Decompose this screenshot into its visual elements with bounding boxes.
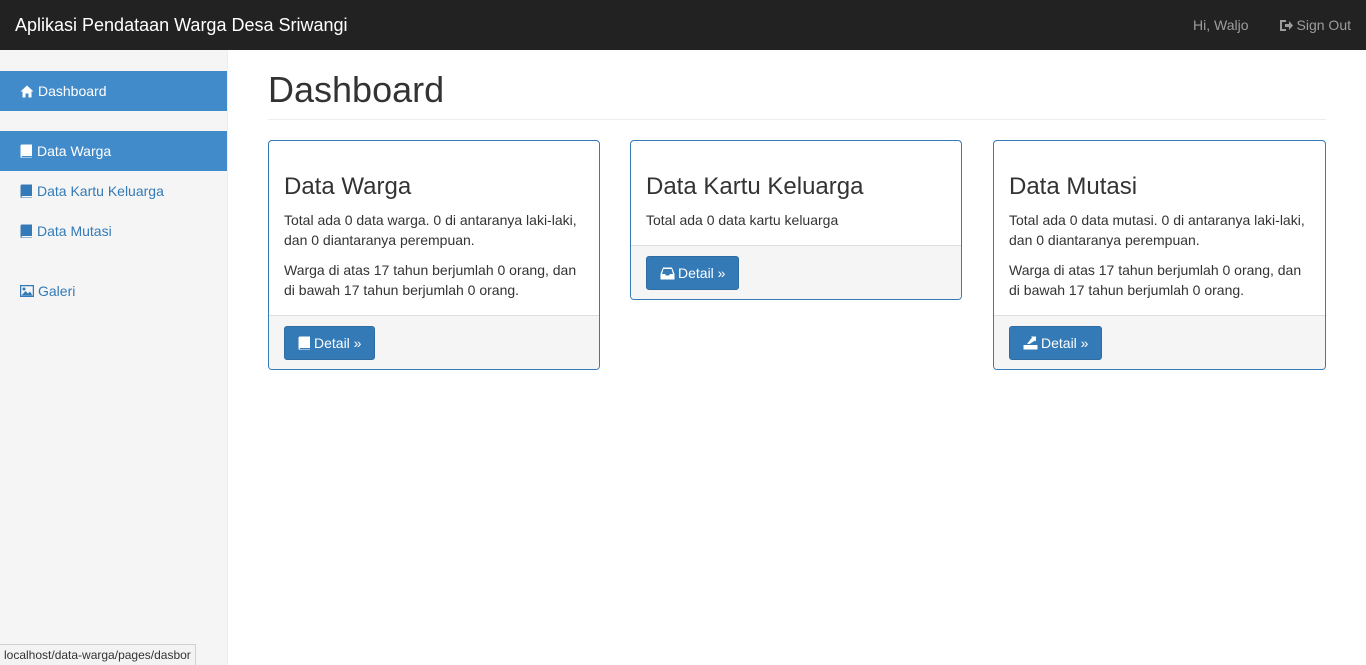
panel-body: Data Warga Total ada 0 data warga. 0 di …	[269, 141, 599, 315]
panel-body: Data Kartu Keluarga Total ada 0 data kar…	[631, 141, 961, 245]
export-icon	[1023, 336, 1038, 350]
sign-out-link[interactable]: Sign Out	[1279, 17, 1351, 33]
panel-text: Total ada 0 data mutasi. 0 di antaranya …	[1009, 212, 1305, 248]
picture-icon	[20, 285, 34, 297]
title-divider	[268, 119, 1326, 120]
sidebar-item-data-mutasi[interactable]: Data Mutasi	[0, 211, 227, 251]
top-navbar: Aplikasi Pendataan Warga Desa Sriwangi H…	[0, 0, 1366, 50]
book-icon	[20, 224, 32, 238]
panel-footer: Detail »	[631, 245, 961, 299]
inbox-icon	[660, 267, 675, 279]
sidebar-item-data-kartu-keluarga[interactable]: Data Kartu Keluarga	[0, 171, 227, 211]
panel-footer: Detail »	[269, 315, 599, 369]
book-icon	[298, 336, 310, 350]
panel-text: Warga di atas 17 tahun berjumlah 0 orang…	[284, 262, 577, 298]
panel-data-kartu-keluarga: Data Kartu Keluarga Total ada 0 data kar…	[630, 140, 962, 300]
sidebar-item-label: Dashboard	[38, 83, 107, 99]
panel-body: Data Mutasi Total ada 0 data mutasi. 0 d…	[994, 141, 1325, 315]
panel-text: Total ada 0 data warga. 0 di antaranya l…	[284, 212, 577, 248]
detail-button-label: Detail »	[1041, 335, 1089, 351]
user-greeting: Hi, Waljo	[1193, 17, 1249, 33]
sidebar-item-label: Data Mutasi	[37, 223, 112, 239]
sidebar-item-label: Galeri	[38, 283, 76, 299]
sidebar-item-dashboard[interactable]: Dashboard	[0, 71, 227, 111]
detail-button-label: Detail »	[678, 265, 726, 281]
sidebar-item-label: Data Kartu Keluarga	[37, 183, 164, 199]
detail-button-data-mutasi[interactable]: Detail »	[1009, 326, 1103, 360]
sign-out-label: Sign Out	[1296, 17, 1351, 33]
log-out-icon	[1279, 19, 1293, 31]
panel-footer: Detail »	[994, 315, 1325, 369]
sidebar: Dashboard Data Warga Data Kartu Keluarga…	[0, 50, 228, 665]
detail-button-data-kartu-keluarga[interactable]: Detail »	[646, 256, 740, 290]
book-icon	[20, 184, 32, 198]
panel-title: Data Mutasi	[1009, 173, 1138, 200]
app-brand[interactable]: Aplikasi Pendataan Warga Desa Sriwangi	[15, 0, 348, 50]
book-icon	[20, 144, 32, 158]
panel-text: Total ada 0 data kartu keluarga	[646, 212, 839, 228]
detail-button-data-warga[interactable]: Detail »	[284, 326, 376, 360]
sidebar-item-label: Data Warga	[37, 143, 112, 159]
detail-button-label: Detail »	[314, 335, 362, 351]
panel-data-mutasi: Data Mutasi Total ada 0 data mutasi. 0 d…	[993, 140, 1326, 370]
page-title: Dashboard	[268, 69, 445, 110]
panel-data-warga: Data Warga Total ada 0 data warga. 0 di …	[268, 140, 600, 370]
navbar-right: Hi, Waljo Sign Out	[1193, 0, 1351, 50]
sidebar-item-galeri[interactable]: Galeri	[0, 271, 227, 311]
sidebar-item-data-warga[interactable]: Data Warga	[0, 131, 227, 171]
panel-title: Data Warga	[284, 173, 412, 200]
panel-title: Data Kartu Keluarga	[646, 173, 864, 200]
panel-text: Warga di atas 17 tahun berjumlah 0 orang…	[1009, 262, 1302, 298]
home-icon	[20, 85, 34, 97]
browser-status-bar: localhost/data-warga/pages/dasbor	[0, 644, 196, 665]
